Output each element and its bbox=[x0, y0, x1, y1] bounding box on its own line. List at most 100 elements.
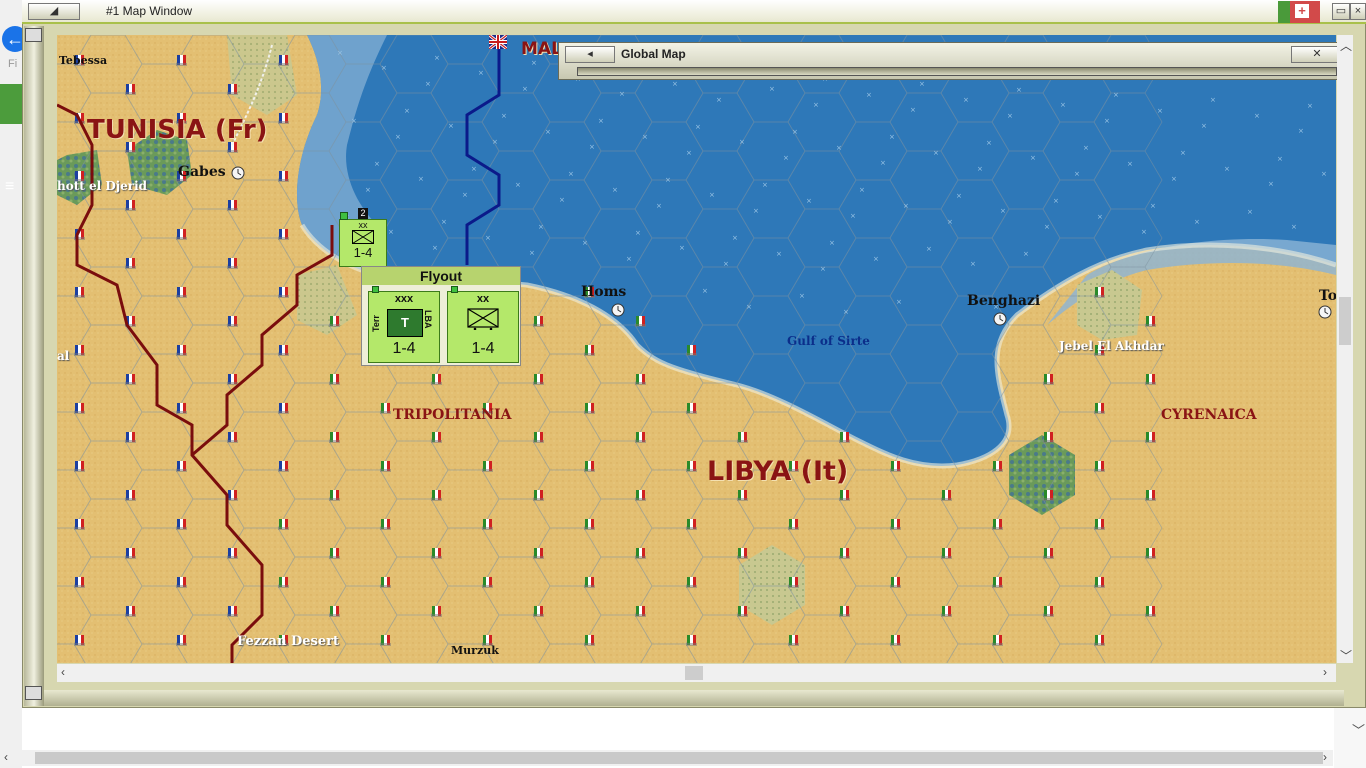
horizontal-scroll-thumb[interactable] bbox=[685, 666, 703, 680]
svg-text:×: × bbox=[492, 138, 498, 146]
svg-text:×: × bbox=[351, 117, 357, 125]
page-scroll-thumb[interactable] bbox=[35, 752, 1323, 764]
italian-flag-icon bbox=[1145, 432, 1156, 443]
region-label-tripolitania: TRIPOLITANIA bbox=[393, 407, 512, 423]
flyout-unit-xx[interactable]: xx 1-4 bbox=[447, 291, 519, 363]
map-window-titlebar[interactable]: ◢ #1 Map Window + ▭ × bbox=[22, 0, 1366, 24]
french-flag-icon bbox=[125, 374, 136, 385]
french-flag-icon bbox=[227, 490, 238, 501]
italian-flag-icon bbox=[482, 577, 493, 588]
svg-text:×: × bbox=[866, 91, 872, 99]
global-map-window[interactable]: ◂ Global Map ✕ bbox=[558, 42, 1352, 80]
restore-button[interactable]: ▭ bbox=[1332, 3, 1350, 20]
city-label-tebessa: Tebessa bbox=[59, 54, 108, 67]
french-flag-icon bbox=[176, 345, 187, 356]
svg-text:×: × bbox=[1194, 218, 1200, 226]
svg-text:×: × bbox=[388, 228, 394, 236]
italian-flag-icon bbox=[482, 519, 493, 530]
french-flag-icon bbox=[227, 548, 238, 559]
map-vertical-scrollbar[interactable]: ︿ ﹀ bbox=[1337, 35, 1353, 663]
french-flag-icon bbox=[278, 229, 289, 240]
italian-flag-icon bbox=[329, 432, 340, 443]
svg-text:×: × bbox=[1044, 223, 1050, 231]
infantry-symbol-icon bbox=[352, 230, 374, 244]
svg-text:×: × bbox=[880, 159, 886, 167]
italian-flag-icon bbox=[890, 461, 901, 472]
side-menu-button[interactable]: ≡ bbox=[0, 84, 22, 195]
flyout-panel: Flyout xxx Terr LBA T 1-4 xx 1-4 bbox=[361, 266, 521, 366]
svg-text:×: × bbox=[746, 303, 752, 311]
italian-flag-icon bbox=[1145, 548, 1156, 559]
global-map-menu-button[interactable]: ◂ bbox=[565, 46, 615, 63]
hex-map[interactable]: × × × × × × × × × × × × × × × × × × × × × × × × × × × × × × × × × × × × × × × ×… bbox=[57, 35, 1336, 663]
stack-selection-marker bbox=[340, 212, 348, 220]
svg-text:×: × bbox=[679, 244, 685, 252]
italian-flag-icon bbox=[380, 635, 391, 646]
svg-text:×: × bbox=[642, 133, 648, 141]
page-horizontal-scrollbar[interactable]: ‹ › bbox=[4, 750, 1333, 766]
svg-text:×: × bbox=[448, 122, 454, 130]
svg-text:×: × bbox=[1224, 165, 1230, 173]
italian-flag-icon bbox=[635, 316, 646, 327]
scroll-up-icon[interactable]: ︿ bbox=[1340, 37, 1352, 54]
svg-text:×: × bbox=[806, 197, 812, 205]
italian-flag-icon bbox=[737, 432, 748, 443]
city-label-gabes: Gabes bbox=[178, 164, 226, 180]
svg-text:×: × bbox=[478, 69, 484, 77]
unit-size-label: xx bbox=[358, 220, 368, 230]
svg-text:×: × bbox=[1291, 223, 1297, 231]
svg-text:×: × bbox=[635, 229, 641, 237]
city-label-homs: Homs bbox=[581, 284, 627, 300]
svg-text:×: × bbox=[792, 128, 798, 136]
italian-flag-icon bbox=[890, 577, 901, 588]
scroll-down-icon[interactable]: ﹀ bbox=[1340, 647, 1352, 664]
svg-text:×: × bbox=[1268, 180, 1274, 188]
page-scroll-down-icon[interactable]: ﹀ bbox=[1352, 720, 1365, 739]
window-menu-button[interactable]: ◢ bbox=[28, 3, 80, 20]
rail-knob-bottom[interactable] bbox=[25, 686, 42, 700]
french-flag-icon bbox=[125, 432, 136, 443]
svg-text:×: × bbox=[1060, 101, 1066, 109]
italian-flag-icon bbox=[890, 635, 901, 646]
french-flag-icon bbox=[278, 171, 289, 182]
french-flag-icon bbox=[278, 287, 289, 298]
svg-text:×: × bbox=[1083, 144, 1089, 152]
svg-text:×: × bbox=[820, 265, 826, 273]
italian-flag-icon bbox=[380, 577, 391, 588]
close-window-button[interactable]: × bbox=[1350, 3, 1366, 20]
menu-icon: ≡ bbox=[5, 178, 15, 195]
french-flag-icon bbox=[227, 316, 238, 327]
map-horizontal-scrollbar[interactable]: ‹ › bbox=[57, 664, 1336, 682]
global-map-slider[interactable] bbox=[577, 67, 1337, 76]
svg-text:×: × bbox=[1030, 154, 1036, 162]
window-menu-icon: ◢ bbox=[49, 5, 59, 17]
svg-text:×: × bbox=[843, 308, 849, 316]
italian-flag-icon bbox=[737, 606, 748, 617]
vertical-scroll-thumb[interactable] bbox=[1339, 297, 1351, 345]
global-map-close-button[interactable]: ✕ bbox=[1291, 46, 1343, 63]
svg-text:×: × bbox=[619, 90, 625, 98]
italian-flag-icon bbox=[1094, 635, 1105, 646]
unit-stack-counter[interactable]: xx 1-4 bbox=[339, 219, 387, 267]
scroll-left-icon[interactable]: ‹ bbox=[61, 665, 65, 679]
svg-text:×: × bbox=[1201, 122, 1207, 130]
sea-label-gulf-of-sirte: Gulf of Sirte bbox=[787, 334, 870, 348]
svg-text:×: × bbox=[1113, 91, 1119, 99]
page-scroll-left-icon[interactable]: ‹ bbox=[4, 750, 8, 764]
italian-flag-icon bbox=[380, 403, 391, 414]
italian-flag-icon bbox=[686, 519, 697, 530]
french-flag-icon bbox=[125, 606, 136, 617]
svg-text:×: × bbox=[404, 107, 410, 115]
region-label-cyrenaica: CYRENAICA bbox=[1161, 407, 1257, 423]
italian-flag-icon bbox=[329, 316, 340, 327]
svg-text:×: × bbox=[441, 218, 447, 226]
page-scroll-right-icon[interactable]: › bbox=[1323, 750, 1327, 764]
french-flag-icon bbox=[125, 258, 136, 269]
global-map-menu-icon: ◂ bbox=[587, 48, 593, 60]
scroll-right-icon[interactable]: › bbox=[1323, 665, 1327, 679]
french-flag-icon bbox=[125, 490, 136, 501]
flyout-unit-terr[interactable]: xxx Terr LBA T 1-4 bbox=[368, 291, 440, 363]
rail-knob-top[interactable] bbox=[25, 28, 42, 42]
italian-flag-icon bbox=[533, 548, 544, 559]
unit-size-label: xxx bbox=[394, 293, 414, 305]
